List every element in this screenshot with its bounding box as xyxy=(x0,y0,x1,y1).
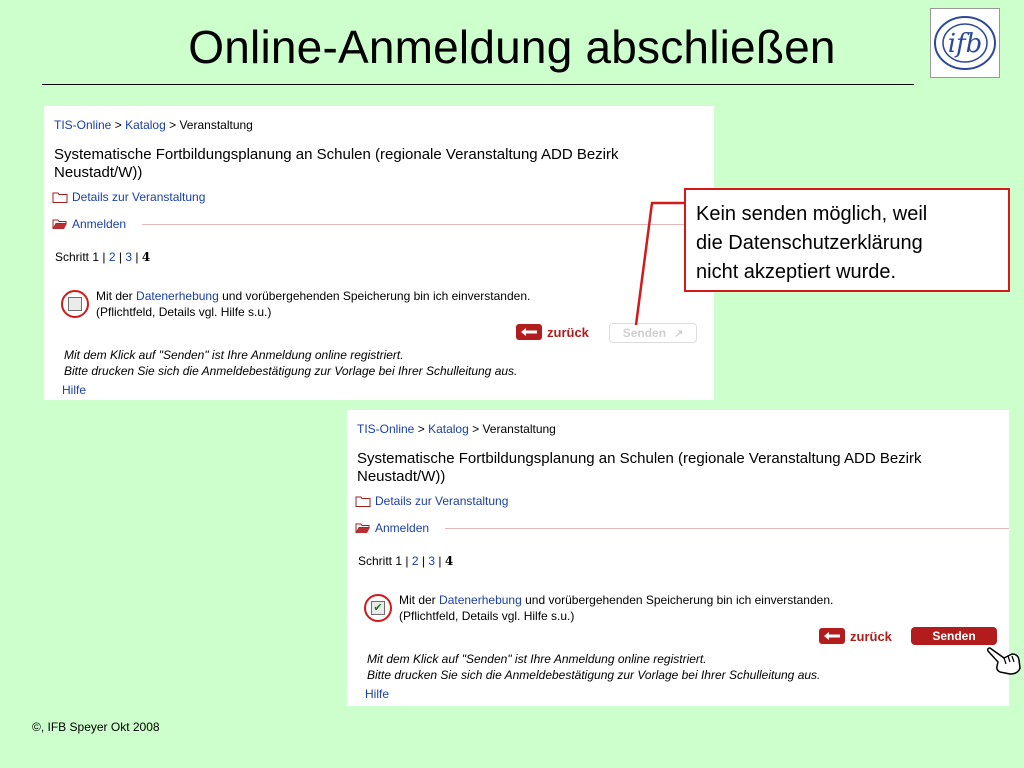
consent-checkbox[interactable] xyxy=(68,297,82,311)
registration-panel-checked: TIS-Online > Katalog > Veranstaltung Sys… xyxy=(347,410,1009,706)
step-2-link[interactable]: 2 xyxy=(412,554,419,568)
title-divider xyxy=(42,84,914,85)
folder-icon xyxy=(355,496,371,507)
footer-copyright: ©, IFB Speyer Okt 2008 xyxy=(32,720,160,734)
consent-checkbox-highlight xyxy=(61,290,89,318)
ifb-logo: ifb xyxy=(930,8,1000,78)
help-link[interactable]: Hilfe xyxy=(62,383,86,397)
datenerhebung-link[interactable]: Datenerhebung xyxy=(439,593,522,607)
event-title: Systematische Fortbildungsplanung an Sch… xyxy=(357,450,922,485)
arrow-left-icon xyxy=(819,628,845,644)
details-row: Details zur Veranstaltung xyxy=(355,494,508,508)
checkmark-icon: ✔ xyxy=(373,601,383,614)
open-folder-icon xyxy=(355,523,370,534)
help-link[interactable]: Hilfe xyxy=(365,687,389,701)
send-button-disabled[interactable]: Senden ↗ xyxy=(609,323,697,343)
register-section-label: Anmelden xyxy=(72,217,127,231)
open-folder-icon xyxy=(52,219,67,230)
step-4-current: 4 xyxy=(444,554,454,568)
back-button[interactable]: zurück xyxy=(516,324,589,340)
consent-text: Mit der Datenerhebung und vorübergehende… xyxy=(399,593,834,623)
section-divider xyxy=(445,528,1009,529)
arrow-up-right-icon: ↗ xyxy=(674,327,684,340)
back-button[interactable]: zurück xyxy=(819,628,892,644)
breadcrumb-tis-online[interactable]: TIS-Online xyxy=(357,422,414,436)
datenerhebung-link[interactable]: Datenerhebung xyxy=(136,289,219,303)
register-section-header: Anmelden xyxy=(355,521,429,535)
step-3-link[interactable]: 3 xyxy=(428,554,435,568)
step-indicator: Schritt 1 | 2 | 3 | 4 xyxy=(358,554,454,568)
register-section-header: Anmelden xyxy=(52,217,126,231)
breadcrumb-tis-online[interactable]: TIS-Online xyxy=(54,118,111,132)
breadcrumb-current: Veranstaltung xyxy=(179,118,253,132)
arrow-left-icon xyxy=(516,324,542,340)
step-3-link[interactable]: 3 xyxy=(125,250,132,264)
info-text: Mit dem Klick auf "Senden" ist Ihre Anme… xyxy=(64,348,518,378)
breadcrumb-katalog[interactable]: Katalog xyxy=(125,118,166,132)
details-row: Details zur Veranstaltung xyxy=(52,190,205,204)
registration-panel-unchecked: TIS-Online > Katalog > Veranstaltung Sys… xyxy=(44,106,714,400)
breadcrumb-current: Veranstaltung xyxy=(482,422,556,436)
details-link[interactable]: Details zur Veranstaltung xyxy=(72,190,205,204)
section-divider xyxy=(142,224,714,225)
step-4-current: 4 xyxy=(141,250,151,264)
breadcrumb: TIS-Online > Katalog > Veranstaltung xyxy=(54,118,253,132)
step-indicator: Schritt 1 | 2 | 3 | 4 xyxy=(55,250,151,264)
pointing-hand-icon xyxy=(987,647,1021,675)
slide-title: Online-Anmeldung abschließen xyxy=(188,21,836,73)
folder-icon xyxy=(52,192,68,203)
consent-checkbox-checked[interactable]: ✔ xyxy=(371,601,385,615)
consent-checkbox-highlight: ✔ xyxy=(364,594,392,622)
info-text: Mit dem Klick auf "Senden" ist Ihre Anme… xyxy=(367,652,821,682)
callout-box: Kein senden möglich, weil die Datenschut… xyxy=(684,188,1010,292)
register-section-label: Anmelden xyxy=(375,521,430,535)
breadcrumb: TIS-Online > Katalog > Veranstaltung xyxy=(357,422,556,436)
svg-text:ifb: ifb xyxy=(948,29,983,59)
step-2-link[interactable]: 2 xyxy=(109,250,116,264)
consent-text: Mit der Datenerhebung und vorübergehende… xyxy=(96,289,531,319)
breadcrumb-katalog[interactable]: Katalog xyxy=(428,422,469,436)
details-link[interactable]: Details zur Veranstaltung xyxy=(375,494,508,508)
event-title: Systematische Fortbildungsplanung an Sch… xyxy=(54,146,619,181)
